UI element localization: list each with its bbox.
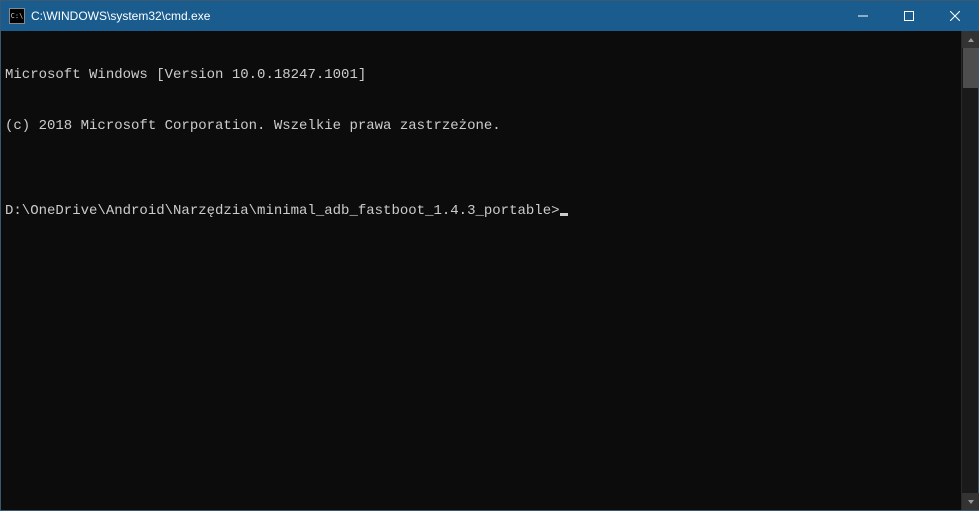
window-controls bbox=[840, 1, 978, 31]
close-button[interactable] bbox=[932, 1, 978, 31]
console-line: Microsoft Windows [Version 10.0.18247.10… bbox=[5, 67, 957, 84]
minimize-icon bbox=[858, 11, 868, 21]
chevron-down-icon bbox=[967, 498, 975, 506]
scrollbar-thumb[interactable] bbox=[963, 48, 978, 88]
window-title: C:\WINDOWS\system32\cmd.exe bbox=[31, 9, 840, 23]
console-line: (c) 2018 Microsoft Corporation. Wszelkie… bbox=[5, 118, 957, 135]
scrollbar-down-button[interactable] bbox=[962, 493, 979, 510]
console-container: Microsoft Windows [Version 10.0.18247.10… bbox=[1, 31, 978, 510]
chevron-up-icon bbox=[967, 36, 975, 44]
console-prompt: D:\OneDrive\Android\Narzędzia\minimal_ad… bbox=[5, 203, 560, 219]
cmd-icon-label: C:\ bbox=[11, 13, 24, 20]
vertical-scrollbar[interactable] bbox=[961, 31, 978, 510]
cmd-icon: C:\ bbox=[9, 8, 25, 24]
close-icon bbox=[950, 11, 960, 21]
maximize-button[interactable] bbox=[886, 1, 932, 31]
titlebar[interactable]: C:\ C:\WINDOWS\system32\cmd.exe bbox=[1, 1, 978, 31]
cursor bbox=[560, 213, 568, 216]
scrollbar-up-button[interactable] bbox=[962, 31, 979, 48]
console-output[interactable]: Microsoft Windows [Version 10.0.18247.10… bbox=[1, 31, 961, 510]
maximize-icon bbox=[904, 11, 914, 21]
console-prompt-line: D:\OneDrive\Android\Narzędzia\minimal_ad… bbox=[5, 203, 957, 220]
minimize-button[interactable] bbox=[840, 1, 886, 31]
